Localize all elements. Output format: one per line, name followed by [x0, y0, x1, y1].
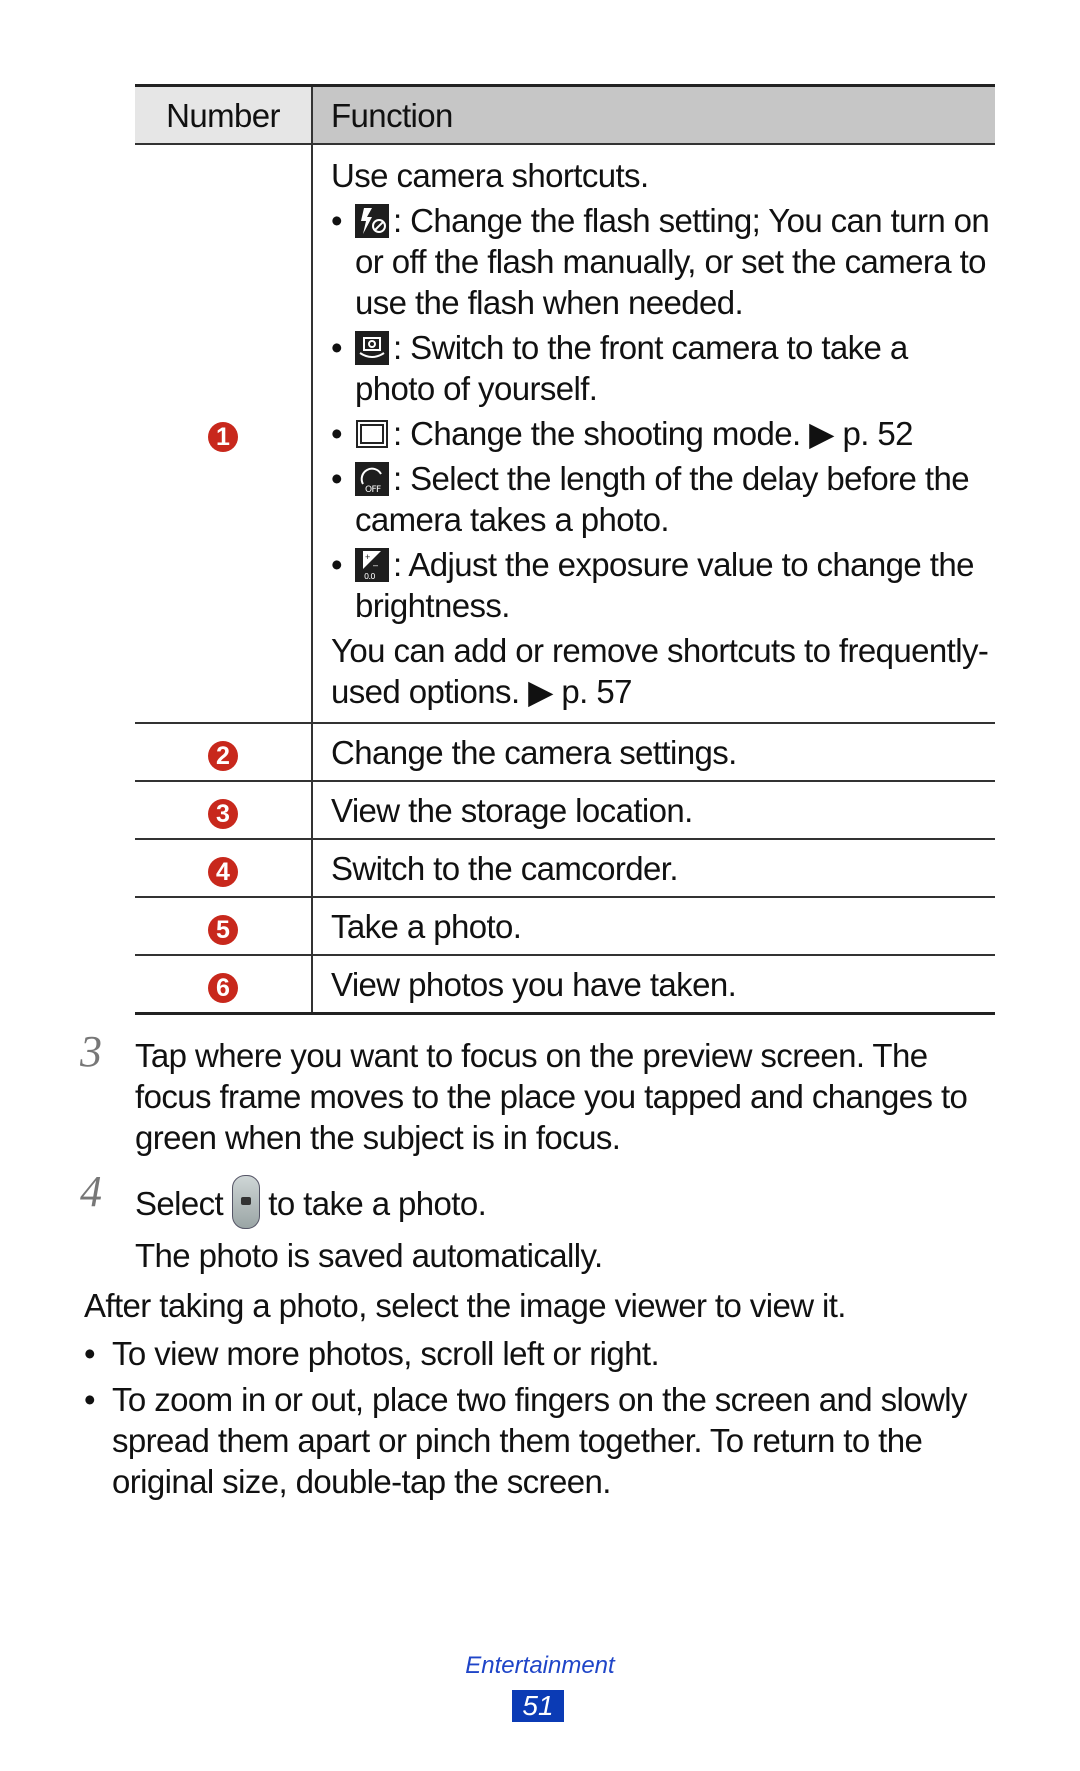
step-number: 3: [80, 1027, 102, 1076]
table-row: 2 Change the camera settings.: [135, 723, 995, 782]
table-header: Number Function: [135, 84, 995, 145]
svg-text:–: –: [373, 560, 378, 570]
bullet-switch-camera: • : Switch to the front camera to take a…: [331, 329, 908, 407]
step-note: The photo is saved automatically.: [135, 1237, 603, 1274]
table-row: 1 Use camera shortcuts. • : Change the f…: [135, 144, 995, 724]
function-cell: View the storage location.: [312, 781, 995, 840]
number-badge: 1: [208, 422, 238, 452]
table-row: 4 Switch to the camcorder.: [135, 839, 995, 898]
bullet-flash: • : Change the flash setting; You can tu…: [331, 202, 990, 321]
shooting-mode-icon: [355, 417, 389, 451]
number-badge: 4: [208, 856, 238, 887]
bullet-text: : Adjust the exposure value to change th…: [355, 546, 974, 624]
bullet-exposure: • + –0.0 : Adjust the exposure value to c…: [331, 546, 974, 624]
step-text: Select: [135, 1185, 224, 1222]
table-row: 6 View photos you have taken.: [135, 955, 995, 1015]
step-number: 4: [80, 1167, 102, 1216]
timer-off-icon: OFF: [355, 462, 389, 496]
svg-text:OFF: OFF: [365, 485, 381, 495]
bullet-timer: • OFF : Select the length of the delay b…: [331, 460, 970, 538]
table-row: 3 View the storage location.: [135, 781, 995, 840]
svg-text:+: +: [365, 552, 370, 562]
number-badge: 3: [208, 798, 238, 829]
shortcuts-outro: You can add or remove shortcuts to frequ…: [331, 632, 989, 710]
bullet-shooting-mode: • : Change the shooting mode. ▶ p. 52: [331, 415, 914, 452]
list-item: • To view more photos, scroll left or rig…: [84, 1335, 660, 1372]
page-number: 51: [512, 1690, 564, 1722]
shortcuts-intro: Use camera shortcuts.: [331, 157, 649, 194]
svg-text:0.0: 0.0: [364, 572, 375, 581]
step-4: 4 Select to take a photo. The photo is s…: [80, 1170, 1000, 1276]
number-badge: 5: [208, 914, 238, 945]
step-text: Tap where you want to focus on the previ…: [135, 1037, 968, 1156]
function-cell: View photos you have taken.: [312, 955, 995, 1015]
bullet-text: : Switch to the front camera to take a p…: [355, 329, 908, 407]
switch-camera-icon: [355, 331, 389, 365]
header-function: Function: [312, 84, 995, 145]
number-badge: 2: [208, 740, 238, 771]
header-number: Number: [135, 84, 313, 145]
bullet-text: : Change the shooting mode. ▶ p. 52: [393, 415, 914, 452]
function-table: Number Function 1 Use camera shortcuts. …: [135, 84, 995, 1015]
number-cell: 1: [135, 144, 313, 724]
number-badge: 6: [208, 972, 238, 1003]
flash-off-icon: [355, 204, 389, 238]
list-item: • To zoom in or out, place two fingers on…: [84, 1381, 967, 1500]
function-cell: Switch to the camcorder.: [312, 839, 995, 898]
manual-page: Number Function 1 Use camera shortcuts. …: [0, 0, 1080, 1771]
section-name: Entertainment: [465, 1652, 615, 1679]
bullet-text: : Change the flash setting; You can turn…: [355, 202, 990, 321]
function-cell: Take a photo.: [312, 897, 995, 956]
exposure-icon: + – 0.0: [355, 548, 389, 582]
function-cell: Change the camera settings.: [312, 723, 995, 782]
function-cell: Use camera shortcuts. • : Change the fla…: [312, 144, 995, 724]
shutter-button-icon: [231, 1175, 260, 1229]
bullet-text: : Select the length of the delay before …: [355, 460, 970, 538]
after-text: After taking a photo, select the image v…: [84, 1287, 846, 1324]
step-text: to take a photo.: [268, 1185, 487, 1222]
table-row: 5 Take a photo.: [135, 897, 995, 956]
tips-list: • To view more photos, scroll left or rig…: [84, 1333, 1004, 1507]
step-3: 3 Tap where you want to focus on the pre…: [80, 1030, 1000, 1158]
